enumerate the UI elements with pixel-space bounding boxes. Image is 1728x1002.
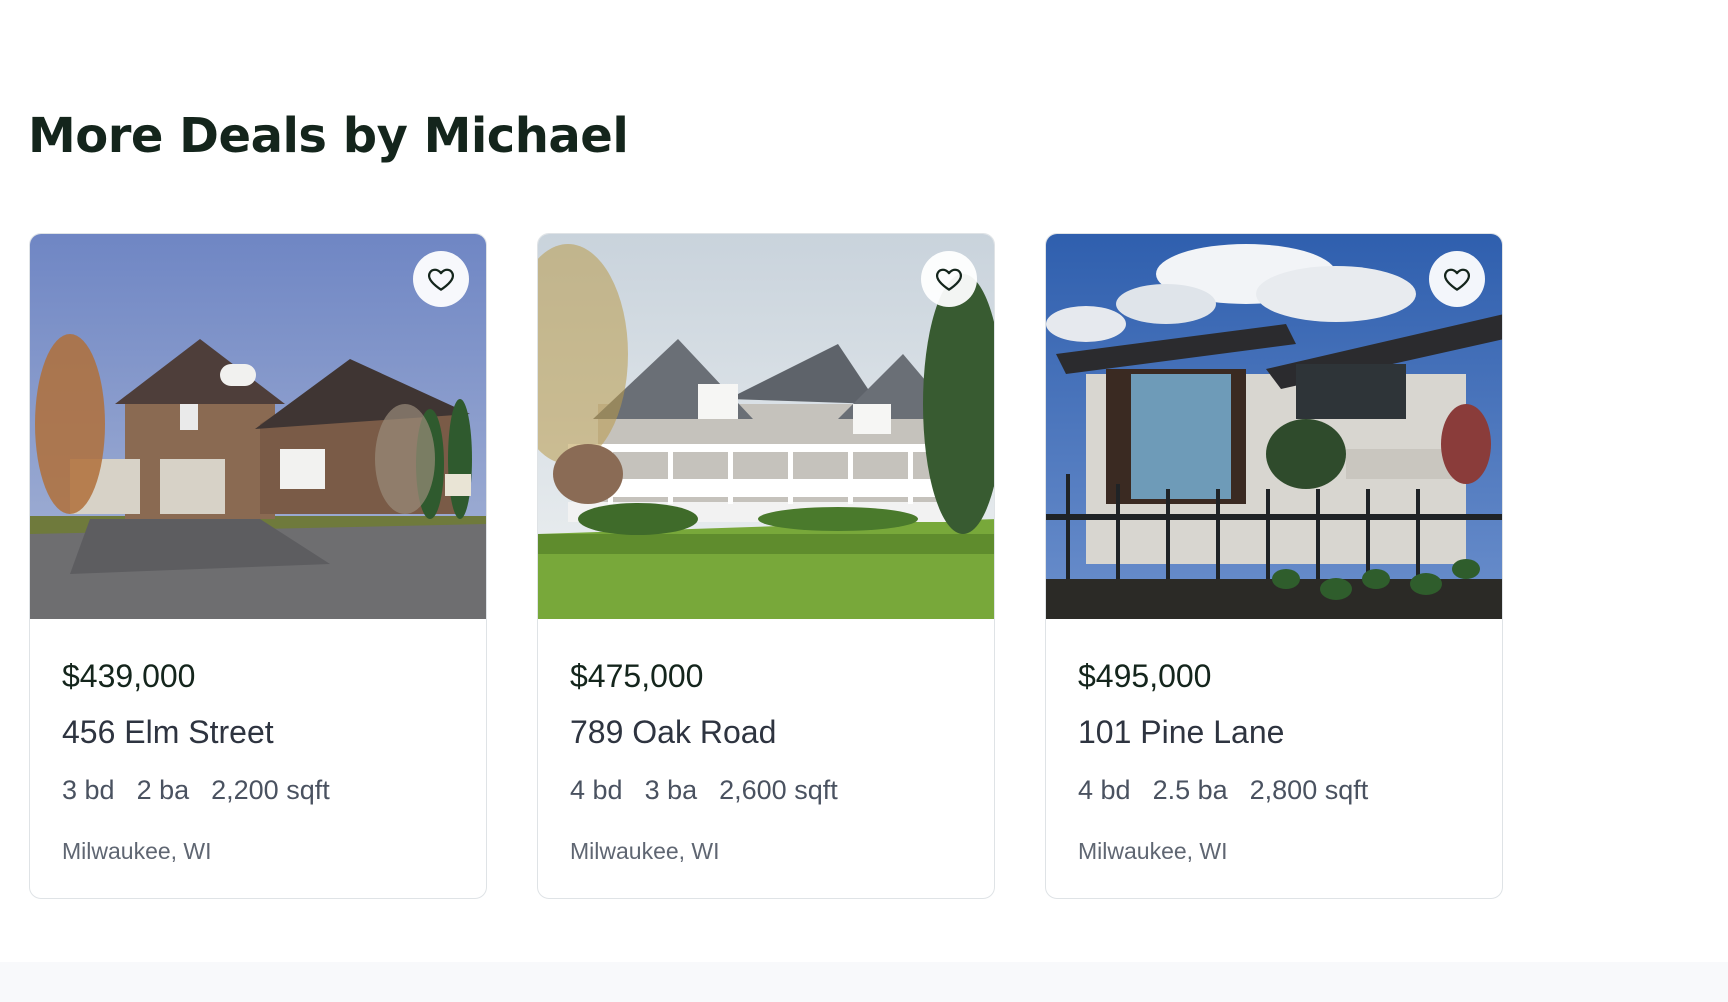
listing-card[interactable]: $475,000 789 Oak Road 4 bd 3 ba 2,600 sqft… (537, 233, 995, 899)
listing-price: $439,000 (62, 658, 196, 694)
listing-location: Milwaukee, WI (1078, 838, 1228, 864)
listing-address[interactable]: 789 Oak Road (570, 714, 776, 751)
listing-specs: 4 bd 2.5 ba 2,800 sqft (1078, 775, 1390, 806)
listing-location: Milwaukee, WI (62, 838, 212, 864)
favorite-button[interactable] (413, 251, 469, 307)
heart-outline-icon (428, 268, 454, 291)
more-deals-section: More Deals by Michael $439,000 456 Elm S… (0, 0, 1728, 962)
listing-sqft: 2,200 sqft (211, 775, 330, 805)
listing-beds: 4 bd (1078, 775, 1131, 805)
listing-location: Milwaukee, WI (570, 838, 720, 864)
footer-band (0, 962, 1728, 1002)
listing-address[interactable]: 456 Elm Street (62, 714, 274, 751)
listing-price: $495,000 (1078, 658, 1212, 694)
section-title: More Deals by Michael (28, 108, 629, 164)
favorite-button[interactable] (1429, 251, 1485, 307)
listing-cards: $439,000 456 Elm Street 3 bd 2 ba 2,200 sq… (29, 233, 1509, 899)
heart-outline-icon (936, 268, 962, 291)
listing-card[interactable]: $495,000 101 Pine Lane 4 bd 2.5 ba 2,800 s… (1045, 233, 1503, 899)
listing-card[interactable]: $439,000 456 Elm Street 3 bd 2 ba 2,200 sq… (29, 233, 487, 899)
listing-price: $475,000 (570, 658, 704, 694)
favorite-button[interactable] (921, 251, 977, 307)
listing-specs: 4 bd 3 ba 2,600 sqft (570, 775, 860, 806)
listing-baths: 2 ba (136, 775, 190, 805)
listing-baths: 2.5 ba (1152, 775, 1228, 805)
heart-outline-icon (1444, 268, 1470, 291)
listing-specs: 3 bd 2 ba 2,200 sqft (62, 775, 352, 806)
listing-sqft: 2,600 sqft (719, 775, 838, 805)
listing-beds: 3 bd (62, 775, 115, 805)
listing-baths: 3 ba (644, 775, 698, 805)
listing-address[interactable]: 101 Pine Lane (1078, 714, 1284, 751)
listing-beds: 4 bd (570, 775, 623, 805)
listing-sqft: 2,800 sqft (1249, 775, 1369, 805)
